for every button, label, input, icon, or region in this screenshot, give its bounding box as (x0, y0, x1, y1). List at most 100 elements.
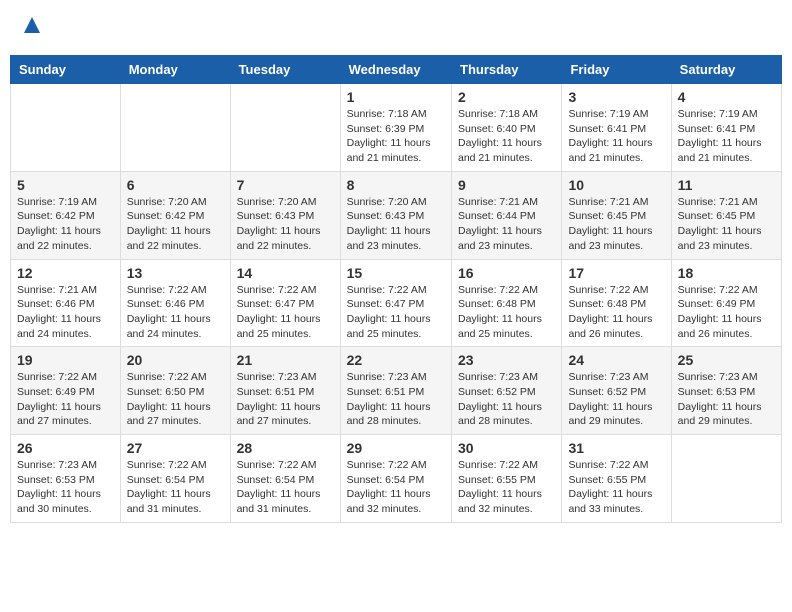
day-info: Sunrise: 7:22 AM Sunset: 6:47 PM Dayligh… (237, 283, 334, 342)
day-info: Sunrise: 7:20 AM Sunset: 6:42 PM Dayligh… (127, 195, 224, 254)
calendar-cell: 28 Sunrise: 7:22 AM Sunset: 6:54 PM Dayli… (230, 435, 340, 523)
calendar-cell: 4Sunrise: 7:19 AM Sunset: 6:41 PM Daylig… (671, 84, 781, 172)
calendar-cell: 6Sunrise: 7:20 AM Sunset: 6:42 PM Daylig… (120, 171, 230, 259)
day-info: Sunrise: 7:22 AM Sunset: 6:49 PM Dayligh… (678, 283, 775, 342)
day-info: Sunrise: 7:20 AM Sunset: 6:43 PM Dayligh… (347, 195, 445, 254)
calendar-cell: 25 Sunrise: 7:23 AM Sunset: 6:53 PM Dayli… (671, 347, 781, 435)
calendar-cell: 8Sunrise: 7:20 AM Sunset: 6:43 PM Daylig… (340, 171, 451, 259)
calendar-cell: 13 Sunrise: 7:22 AM Sunset: 6:46 PM Dayli… (120, 259, 230, 347)
calendar-week-row: 1Sunrise: 7:18 AM Sunset: 6:39 PM Daylig… (11, 84, 782, 172)
day-number: 20 (127, 352, 224, 368)
calendar-cell: 22 Sunrise: 7:23 AM Sunset: 6:51 PM Dayli… (340, 347, 451, 435)
day-info: Sunrise: 7:23 AM Sunset: 6:51 PM Dayligh… (237, 370, 334, 429)
day-number: 3 (568, 89, 664, 105)
day-number: 13 (127, 265, 224, 281)
calendar-cell: 15 Sunrise: 7:22 AM Sunset: 6:47 PM Dayli… (340, 259, 451, 347)
calendar-header-saturday: Saturday (671, 56, 781, 84)
day-number: 30 (458, 440, 555, 456)
day-number: 27 (127, 440, 224, 456)
day-number: 25 (678, 352, 775, 368)
calendar-header-thursday: Thursday (452, 56, 562, 84)
day-info: Sunrise: 7:22 AM Sunset: 6:46 PM Dayligh… (127, 283, 224, 342)
calendar-cell: 11 Sunrise: 7:21 AM Sunset: 6:45 PM Dayli… (671, 171, 781, 259)
day-info: Sunrise: 7:23 AM Sunset: 6:52 PM Dayligh… (568, 370, 664, 429)
day-info: Sunrise: 7:22 AM Sunset: 6:48 PM Dayligh… (458, 283, 555, 342)
calendar-cell (230, 84, 340, 172)
day-number: 9 (458, 177, 555, 193)
day-number: 10 (568, 177, 664, 193)
calendar-cell: 31 Sunrise: 7:22 AM Sunset: 6:55 PM Dayli… (562, 435, 671, 523)
day-number: 29 (347, 440, 445, 456)
calendar-cell: 18 Sunrise: 7:22 AM Sunset: 6:49 PM Dayli… (671, 259, 781, 347)
calendar-cell: 1Sunrise: 7:18 AM Sunset: 6:39 PM Daylig… (340, 84, 451, 172)
calendar-cell: 23Sunrise: 7:23 AM Sunset: 6:52 PM Dayli… (452, 347, 562, 435)
day-number: 18 (678, 265, 775, 281)
calendar-cell: 9 Sunrise: 7:21 AM Sunset: 6:44 PM Daylig… (452, 171, 562, 259)
day-number: 31 (568, 440, 664, 456)
day-info: Sunrise: 7:22 AM Sunset: 6:47 PM Dayligh… (347, 283, 445, 342)
calendar-cell: 14 Sunrise: 7:22 AM Sunset: 6:47 PM Dayli… (230, 259, 340, 347)
day-info: Sunrise: 7:23 AM Sunset: 6:53 PM Dayligh… (17, 458, 114, 517)
day-info: Sunrise: 7:18 AM Sunset: 6:40 PM Dayligh… (458, 107, 555, 166)
day-info: Sunrise: 7:21 AM Sunset: 6:44 PM Dayligh… (458, 195, 555, 254)
page-header (10, 10, 782, 45)
day-info: Sunrise: 7:23 AM Sunset: 6:53 PM Dayligh… (678, 370, 775, 429)
calendar-header-sunday: Sunday (11, 56, 121, 84)
calendar-header-friday: Friday (562, 56, 671, 84)
calendar-cell: 3 Sunrise: 7:19 AM Sunset: 6:41 PM Daylig… (562, 84, 671, 172)
calendar-cell: 21 Sunrise: 7:23 AM Sunset: 6:51 PM Dayli… (230, 347, 340, 435)
logo-icon (22, 15, 42, 35)
calendar-week-row: 5 Sunrise: 7:19 AM Sunset: 6:42 PM Daylig… (11, 171, 782, 259)
day-number: 26 (17, 440, 114, 456)
day-info: Sunrise: 7:22 AM Sunset: 6:49 PM Dayligh… (17, 370, 114, 429)
day-number: 12 (17, 265, 114, 281)
calendar-table: SundayMondayTuesdayWednesdayThursdayFrid… (10, 55, 782, 523)
calendar-cell (120, 84, 230, 172)
calendar-week-row: 19Sunrise: 7:22 AM Sunset: 6:49 PM Dayli… (11, 347, 782, 435)
calendar-cell: 7 Sunrise: 7:20 AM Sunset: 6:43 PM Daylig… (230, 171, 340, 259)
calendar-header-wednesday: Wednesday (340, 56, 451, 84)
day-info: Sunrise: 7:21 AM Sunset: 6:45 PM Dayligh… (568, 195, 664, 254)
day-info: Sunrise: 7:22 AM Sunset: 6:54 PM Dayligh… (237, 458, 334, 517)
day-info: Sunrise: 7:21 AM Sunset: 6:45 PM Dayligh… (678, 195, 775, 254)
calendar-week-row: 12 Sunrise: 7:21 AM Sunset: 6:46 PM Dayli… (11, 259, 782, 347)
day-info: Sunrise: 7:22 AM Sunset: 6:48 PM Dayligh… (568, 283, 664, 342)
day-number: 2 (458, 89, 555, 105)
day-info: Sunrise: 7:22 AM Sunset: 6:54 PM Dayligh… (127, 458, 224, 517)
calendar-header-monday: Monday (120, 56, 230, 84)
calendar-cell: 20Sunrise: 7:22 AM Sunset: 6:50 PM Dayli… (120, 347, 230, 435)
calendar-cell: 12 Sunrise: 7:21 AM Sunset: 6:46 PM Dayli… (11, 259, 121, 347)
day-info: Sunrise: 7:20 AM Sunset: 6:43 PM Dayligh… (237, 195, 334, 254)
calendar-cell: 30 Sunrise: 7:22 AM Sunset: 6:55 PM Dayli… (452, 435, 562, 523)
calendar-header-tuesday: Tuesday (230, 56, 340, 84)
day-info: Sunrise: 7:19 AM Sunset: 6:41 PM Dayligh… (678, 107, 775, 166)
calendar-cell (671, 435, 781, 523)
calendar-cell: 5 Sunrise: 7:19 AM Sunset: 6:42 PM Daylig… (11, 171, 121, 259)
day-info: Sunrise: 7:21 AM Sunset: 6:46 PM Dayligh… (17, 283, 114, 342)
calendar-week-row: 26 Sunrise: 7:23 AM Sunset: 6:53 PM Dayli… (11, 435, 782, 523)
calendar-cell: 10 Sunrise: 7:21 AM Sunset: 6:45 PM Dayli… (562, 171, 671, 259)
day-number: 5 (17, 177, 114, 193)
day-number: 15 (347, 265, 445, 281)
day-number: 22 (347, 352, 445, 368)
day-info: Sunrise: 7:19 AM Sunset: 6:41 PM Dayligh… (568, 107, 664, 166)
calendar-cell: 19Sunrise: 7:22 AM Sunset: 6:49 PM Dayli… (11, 347, 121, 435)
day-number: 7 (237, 177, 334, 193)
day-info: Sunrise: 7:22 AM Sunset: 6:55 PM Dayligh… (458, 458, 555, 517)
day-info: Sunrise: 7:23 AM Sunset: 6:51 PM Dayligh… (347, 370, 445, 429)
calendar-cell (11, 84, 121, 172)
day-number: 16 (458, 265, 555, 281)
day-number: 11 (678, 177, 775, 193)
day-info: Sunrise: 7:19 AM Sunset: 6:42 PM Dayligh… (17, 195, 114, 254)
day-number: 1 (347, 89, 445, 105)
day-number: 28 (237, 440, 334, 456)
calendar-cell: 16 Sunrise: 7:22 AM Sunset: 6:48 PM Dayli… (452, 259, 562, 347)
calendar-header-row: SundayMondayTuesdayWednesdayThursdayFrid… (11, 56, 782, 84)
day-number: 21 (237, 352, 334, 368)
calendar-cell: 2 Sunrise: 7:18 AM Sunset: 6:40 PM Daylig… (452, 84, 562, 172)
day-info: Sunrise: 7:22 AM Sunset: 6:55 PM Dayligh… (568, 458, 664, 517)
day-number: 14 (237, 265, 334, 281)
day-number: 24 (568, 352, 664, 368)
calendar-cell: 26 Sunrise: 7:23 AM Sunset: 6:53 PM Dayli… (11, 435, 121, 523)
day-info: Sunrise: 7:22 AM Sunset: 6:54 PM Dayligh… (347, 458, 445, 517)
